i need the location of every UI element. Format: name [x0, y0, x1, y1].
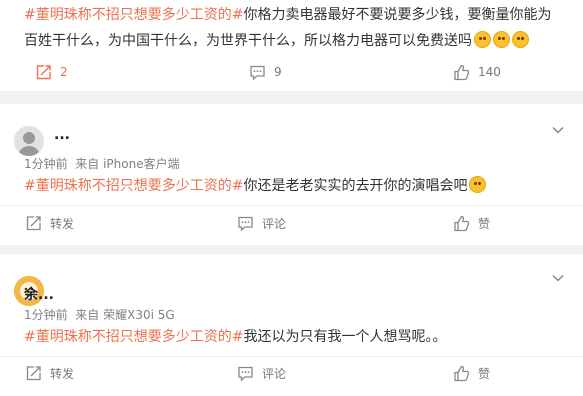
comment-icon: [236, 214, 254, 232]
thumbs-up-icon: [452, 214, 470, 232]
comment-hashtag-link[interactable]: #董明珠称不招只想要多少工资的#: [24, 178, 243, 194]
comment-username[interactable]: ...: [54, 127, 70, 143]
repost-label: 转发: [50, 366, 75, 381]
emoji-icon: [469, 176, 487, 193]
comment-icon: [248, 63, 266, 81]
thumbs-up-icon: [452, 364, 470, 382]
comment-time: 1分钟前: [24, 308, 68, 322]
repost-count: 2: [60, 65, 68, 79]
chevron-down-icon[interactable]: [551, 270, 565, 284]
post-card: #董明珠称不招只想要多少工资的#你格力卖电器最好不要说要多少钱，要衡量你能为百姓…: [0, 0, 583, 91]
comment-button[interactable]: 评论: [236, 358, 286, 388]
like-button[interactable]: 赞: [452, 358, 490, 388]
repost-icon: [34, 63, 52, 81]
comment-label: 评论: [262, 216, 287, 231]
comment-count: 9: [274, 65, 282, 79]
avatar[interactable]: [14, 126, 44, 156]
comment-card: 余... 1分钟前 来自 荣耀X30i 5G #董明珠称不招只想要多少工资的#我…: [0, 254, 583, 396]
divider: [0, 356, 583, 357]
divider: [0, 205, 583, 206]
comment-icon: [236, 364, 254, 382]
comment-hashtag-link[interactable]: #董明珠称不招只想要多少工资的#: [24, 329, 243, 345]
comment-card: ... 1分钟前 来自 iPhone客户端 #董明珠称不招只想要多少工资的#你还…: [0, 104, 583, 245]
repost-icon: [24, 364, 42, 382]
like-count: 140: [478, 65, 501, 79]
post-text: #董明珠称不招只想要多少工资的#你格力卖电器最好不要说要多少钱，要衡量你能为百姓…: [24, 2, 564, 54]
comment-text: #董明珠称不招只想要多少工资的#你还是老老实实的去开你的演唱会吧: [24, 173, 564, 199]
like-label: 赞: [478, 216, 491, 231]
comment-body: 我还以为只有我一个人想骂呢。。: [243, 329, 447, 345]
comment-body: 你还是老老实实的去开你的演唱会吧: [243, 178, 468, 194]
repost-button[interactable]: 转发: [24, 358, 74, 388]
like-label: 赞: [478, 366, 491, 381]
comment-button[interactable]: 评论: [236, 208, 286, 238]
comment-meta: 1分钟前 来自 荣耀X30i 5G: [24, 306, 175, 323]
emoji-icon: [474, 31, 491, 48]
like-button[interactable]: 赞: [452, 208, 490, 238]
comment-source: 来自 荣耀X30i 5G: [75, 308, 175, 322]
chevron-down-icon[interactable]: [551, 122, 565, 136]
comment-username[interactable]: 余...: [24, 284, 54, 304]
emoji-icon: [493, 31, 510, 48]
post-action-bar: 2 9 140: [0, 57, 583, 87]
post-hashtag-link[interactable]: #董明珠称不招只想要多少工资的#: [24, 7, 243, 23]
comment-meta: 1分钟前 来自 iPhone客户端: [24, 155, 180, 172]
comment-source: 来自 iPhone客户端: [75, 157, 180, 171]
comment-button[interactable]: 9: [248, 57, 282, 87]
comment-time: 1分钟前: [24, 157, 68, 171]
comment-text: #董明珠称不招只想要多少工资的#我还以为只有我一个人想骂呢。。: [24, 324, 564, 350]
emoji-icon: [512, 31, 529, 48]
repost-button[interactable]: 2: [34, 57, 68, 87]
repost-button[interactable]: 转发: [24, 208, 74, 238]
thumbs-up-icon: [452, 63, 470, 81]
like-button[interactable]: 140: [452, 57, 501, 87]
repost-icon: [24, 214, 42, 232]
repost-label: 转发: [50, 216, 75, 231]
comment-action-bar: 转发 评论 赞: [0, 358, 583, 388]
comment-label: 评论: [262, 366, 287, 381]
comment-action-bar: 转发 评论 赞: [0, 208, 583, 238]
